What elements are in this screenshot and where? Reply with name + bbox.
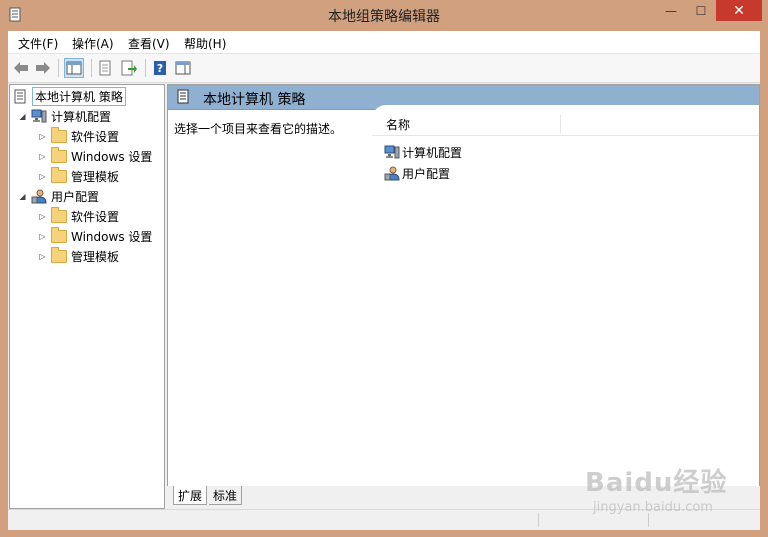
forward-icon bbox=[36, 62, 50, 74]
tree-label: Windows 设置 bbox=[71, 149, 153, 164]
folder-icon bbox=[51, 146, 67, 164]
maximize-button[interactable]: ☐ bbox=[686, 0, 716, 21]
app-window: 本地组策略编辑器 — ☐ ✕ 文件(F) 操作(A) 查看(V) 帮助(H) ?… bbox=[0, 0, 768, 537]
tree-label: 计算机配置 bbox=[51, 109, 112, 124]
close-icon: ✕ bbox=[733, 2, 745, 19]
show-hide-action-pane-button[interactable] bbox=[173, 58, 193, 78]
tab-label: 扩展 bbox=[178, 488, 203, 503]
menu-help[interactable]: 帮助(H) bbox=[184, 35, 226, 52]
folder-icon bbox=[51, 226, 67, 244]
forward-button[interactable] bbox=[33, 58, 53, 78]
view-tabs: 扩展 标准 bbox=[167, 486, 760, 507]
tree-label: 管理模板 bbox=[71, 249, 120, 264]
toolbar-separator bbox=[58, 59, 59, 77]
content-title: 本地计算机 策略 bbox=[203, 92, 306, 108]
folder-icon bbox=[51, 246, 67, 264]
tree-label: 管理模板 bbox=[71, 169, 120, 184]
tree-item-administrative-templates[interactable]: ▷ 管理模板 bbox=[38, 166, 120, 185]
window-title: 本地组策略编辑器 bbox=[328, 9, 440, 25]
tree-label: 用户配置 bbox=[51, 189, 100, 204]
tree-label: Windows 设置 bbox=[71, 229, 153, 244]
tree-item-user-configuration[interactable]: ◢ 用户配置 bbox=[18, 187, 99, 205]
collapsed-arrow-icon[interactable]: ▷ bbox=[38, 252, 47, 261]
policy-document-icon bbox=[12, 88, 28, 104]
tree-item-software-settings[interactable]: ▷ 软件设置 bbox=[38, 126, 120, 145]
back-icon bbox=[14, 62, 28, 74]
status-bar bbox=[8, 509, 760, 530]
collapsed-arrow-icon[interactable]: ▷ bbox=[38, 172, 47, 181]
client-area: 文件(F) 操作(A) 查看(V) 帮助(H) ? 本地计算机 策略 ◢ 计算机… bbox=[8, 31, 760, 530]
tab-label: 标准 bbox=[213, 488, 238, 503]
list-item-computer-configuration[interactable]: 计算机配置 bbox=[384, 143, 462, 161]
navigation-tree: 本地计算机 策略 ◢ 计算机配置 ▷ 软件设置 ▷ Windows 设置 ▷ 管… bbox=[9, 84, 165, 509]
status-divider bbox=[538, 513, 539, 527]
computer-icon bbox=[384, 144, 400, 160]
properties-button[interactable] bbox=[95, 58, 115, 78]
status-divider bbox=[648, 513, 649, 527]
back-button[interactable] bbox=[11, 58, 31, 78]
column-header-name[interactable]: 名称 bbox=[372, 113, 759, 136]
properties-icon bbox=[99, 60, 111, 76]
menu-bar: 文件(F) 操作(A) 查看(V) 帮助(H) bbox=[8, 31, 760, 54]
column-divider[interactable] bbox=[560, 115, 561, 133]
computer-icon bbox=[31, 108, 47, 124]
list-item-label: 用户配置 bbox=[402, 166, 451, 181]
toolbar: ? bbox=[8, 54, 760, 83]
toolbar-separator bbox=[91, 59, 92, 77]
collapsed-arrow-icon[interactable]: ▷ bbox=[38, 132, 47, 141]
tree-label: 本地计算机 策略 bbox=[32, 86, 126, 106]
user-icon bbox=[384, 165, 400, 181]
maximize-icon: ☐ bbox=[695, 3, 707, 18]
export-list-button[interactable] bbox=[119, 58, 139, 78]
collapsed-arrow-icon[interactable]: ▷ bbox=[38, 152, 47, 161]
export-list-icon bbox=[121, 60, 137, 76]
folder-icon bbox=[51, 206, 67, 224]
tree-item-software-settings[interactable]: ▷ 软件设置 bbox=[38, 206, 120, 225]
menu-view[interactable]: 查看(V) bbox=[128, 35, 170, 52]
tree-item-computer-configuration[interactable]: ◢ 计算机配置 bbox=[18, 107, 111, 125]
user-icon bbox=[31, 188, 47, 204]
folder-icon bbox=[51, 166, 67, 184]
tab-standard[interactable]: 标准 bbox=[209, 486, 243, 505]
tree-item-windows-settings[interactable]: ▷ Windows 设置 bbox=[38, 226, 153, 245]
list-item-user-configuration[interactable]: 用户配置 bbox=[384, 164, 450, 182]
list-item-label: 计算机配置 bbox=[402, 145, 463, 160]
tree-item-administrative-templates[interactable]: ▷ 管理模板 bbox=[38, 246, 120, 265]
folder-icon bbox=[51, 126, 67, 144]
expanded-arrow-icon[interactable]: ◢ bbox=[18, 192, 27, 201]
item-list: 名称 计算机配置 用户配置 bbox=[372, 105, 759, 485]
svg-text:?: ? bbox=[157, 62, 163, 75]
tree-label: 软件设置 bbox=[71, 129, 120, 144]
menu-file[interactable]: 文件(F) bbox=[18, 35, 58, 52]
toolbar-separator bbox=[145, 59, 146, 77]
show-hide-tree-button[interactable] bbox=[64, 58, 84, 78]
close-button[interactable]: ✕ bbox=[716, 0, 762, 21]
tree-item-windows-settings[interactable]: ▷ Windows 设置 bbox=[38, 146, 153, 165]
collapsed-arrow-icon[interactable]: ▷ bbox=[38, 232, 47, 241]
column-label: 名称 bbox=[386, 118, 411, 132]
minimize-button[interactable]: — bbox=[656, 0, 686, 21]
description-text: 选择一个项目来查看它的描述。 bbox=[174, 122, 343, 136]
help-button[interactable]: ? bbox=[150, 58, 170, 78]
collapsed-arrow-icon[interactable]: ▷ bbox=[38, 212, 47, 221]
minimize-icon: — bbox=[665, 3, 677, 18]
show-hide-action-pane-icon bbox=[175, 61, 191, 75]
title-bar[interactable]: 本地组策略编辑器 — ☐ ✕ bbox=[0, 0, 768, 30]
policy-document-icon bbox=[177, 89, 189, 107]
help-icon: ? bbox=[154, 61, 166, 75]
tree-label: 软件设置 bbox=[71, 209, 120, 224]
show-hide-tree-icon bbox=[66, 61, 82, 75]
menu-action[interactable]: 操作(A) bbox=[72, 35, 114, 52]
tree-item-local-computer-policy[interactable]: 本地计算机 策略 bbox=[12, 86, 126, 106]
content-pane: 本地计算机 策略 选择一个项目来查看它的描述。 名称 计算机配置 用户配置 bbox=[167, 84, 760, 487]
tab-extended[interactable]: 扩展 bbox=[173, 486, 208, 505]
expanded-arrow-icon[interactable]: ◢ bbox=[18, 112, 27, 121]
